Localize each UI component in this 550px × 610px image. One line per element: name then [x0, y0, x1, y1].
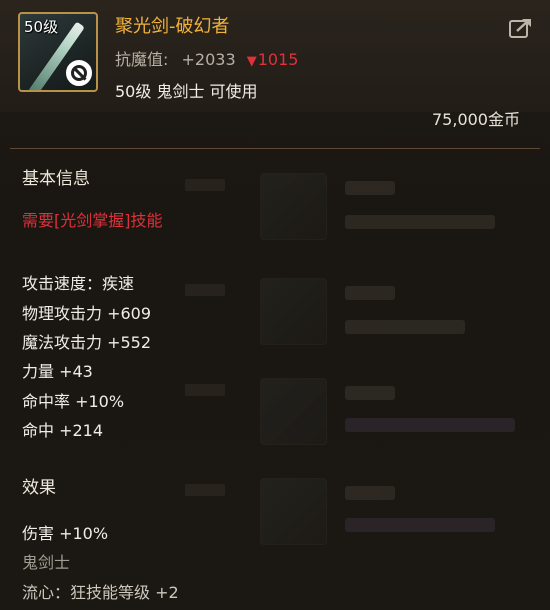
background-ghost-row	[185, 470, 545, 565]
usage-requirement: 50级 鬼剑士 可使用	[115, 82, 258, 101]
item-level-badge: 50级	[24, 18, 59, 36]
section-divider	[10, 148, 540, 149]
stat-attack-speed: 攻击速度：疾速	[22, 274, 135, 293]
stat-physical-attack: 物理攻击力 +609	[22, 304, 152, 323]
item-name: 聚光剑-破幻者	[115, 16, 230, 37]
item-price: 75,000金币	[432, 110, 520, 129]
effect-skill-level: 流心：狂技能等级 +2	[22, 583, 179, 602]
background-ghost-row	[185, 165, 545, 260]
background-ghost-row	[185, 370, 545, 465]
stat-strength: 力量 +43	[22, 362, 93, 381]
share-icon[interactable]	[509, 17, 533, 39]
background-ghost-row	[185, 270, 545, 365]
effect-damage: 伤害 +10%	[22, 524, 109, 543]
item-tooltip: 50级 聚光剑-破幻者 抗魔值: +2033 ▼1015 50级 鬼剑士 可使用…	[0, 0, 550, 610]
effect-class: 鬼剑士	[22, 553, 71, 572]
stat-magic-attack: 魔法攻击力 +552	[22, 333, 152, 352]
basic-info-title: 基本信息	[22, 169, 90, 189]
effects-title: 效果	[22, 478, 56, 498]
anti-magic-value: +2033	[181, 50, 236, 69]
anti-magic-diff-value: 1015	[257, 50, 299, 69]
stat-hit: 命中 +214	[22, 421, 104, 440]
anti-magic-label: 抗魔值:	[115, 50, 169, 69]
no-use-icon	[66, 60, 92, 86]
stat-hit-rate: 命中率 +10%	[22, 392, 125, 411]
anti-magic-diff: ▼1015	[247, 50, 299, 69]
sword-item-icon: 50级	[18, 12, 98, 92]
down-arrow-icon: ▼	[246, 54, 257, 69]
skill-requirement: 需要[光剑掌握]技能	[22, 211, 163, 230]
anti-magic-row: 抗魔值: +2033 ▼1015	[115, 46, 298, 70]
